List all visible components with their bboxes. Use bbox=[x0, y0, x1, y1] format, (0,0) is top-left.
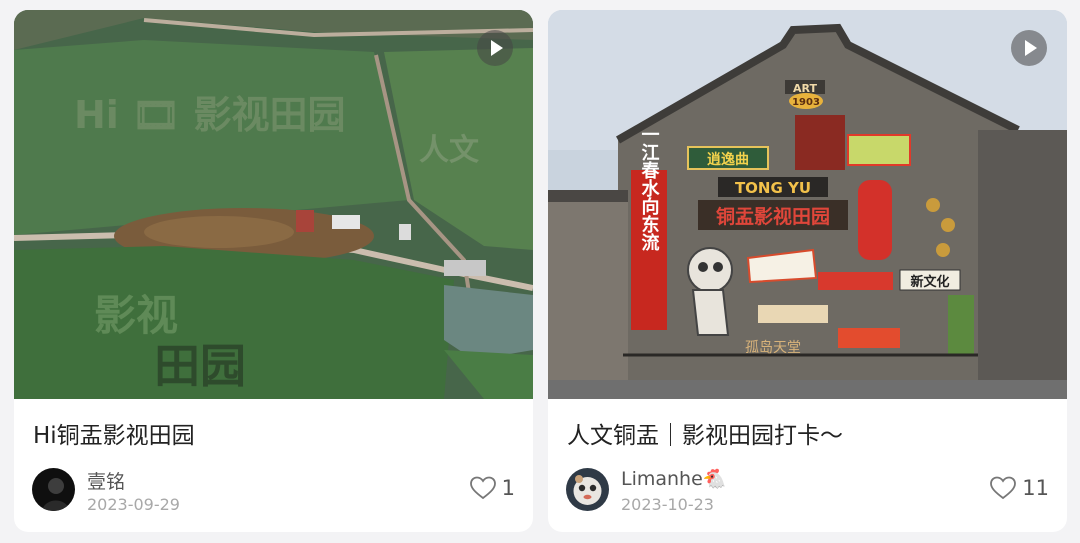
like-button[interactable]: 11 bbox=[990, 476, 1049, 500]
play-icon bbox=[1024, 40, 1037, 56]
post-card[interactable]: Hi 🎞 影视田园 人文 影视 田园 Hi铜盂影视田园 壹铭 2023-09-2… bbox=[14, 10, 533, 532]
play-icon bbox=[490, 40, 503, 56]
feed-grid: Hi 🎞 影视田园 人文 影视 田园 Hi铜盂影视田园 壹铭 2023-09-2… bbox=[0, 0, 1080, 543]
avatar[interactable] bbox=[566, 468, 609, 511]
post-date: 2023-09-29 bbox=[87, 495, 180, 514]
sign-main: 铜盂影视田园 bbox=[716, 205, 830, 228]
heritage-building-image: ART 1903 逍逸曲 TONG YU 铜盂影视田园 一江春水向东流 新文化 … bbox=[548, 10, 1067, 399]
post-card[interactable]: ART 1903 逍逸曲 TONG YU 铜盂影视田园 一江春水向东流 新文化 … bbox=[548, 10, 1067, 532]
author-name[interactable]: Limanhe🐔 bbox=[621, 467, 726, 490]
post-thumbnail[interactable]: ART 1903 逍逸曲 TONG YU 铜盂影视田园 一江春水向东流 新文化 … bbox=[548, 10, 1067, 399]
avatar-image bbox=[32, 468, 75, 511]
field-text-bottom-2: 田园 bbox=[154, 339, 246, 393]
aerial-field-image: Hi 🎞 影视田园 人文 影视 田园 bbox=[14, 10, 533, 399]
heart-outline-icon bbox=[469, 476, 496, 500]
sign-top: 逍逸曲 bbox=[707, 151, 749, 168]
avatar-image bbox=[566, 468, 609, 511]
like-count: 1 bbox=[501, 476, 515, 500]
sign-tongyu: TONG YU bbox=[735, 179, 811, 197]
play-button[interactable] bbox=[1011, 30, 1047, 66]
field-text-bottom-1: 影视 bbox=[94, 291, 178, 340]
heart-outline-icon bbox=[990, 476, 1017, 500]
post-date: 2023-10-23 bbox=[621, 495, 714, 514]
avatar[interactable] bbox=[32, 468, 75, 511]
post-title[interactable]: Hi铜盂影视田园 bbox=[33, 416, 513, 450]
like-count: 11 bbox=[1022, 476, 1049, 500]
sign-year: 1903 bbox=[792, 97, 820, 108]
field-text-top: Hi 🎞 影视田园 bbox=[74, 93, 346, 137]
post-thumbnail[interactable]: Hi 🎞 影视田园 人文 影视 田园 bbox=[14, 10, 533, 399]
author-name[interactable]: 壹铭 bbox=[87, 467, 125, 494]
sign-vertical: 一江春水向东流 bbox=[639, 125, 660, 251]
like-button[interactable]: 1 bbox=[469, 476, 515, 500]
field-text-right: 人文 bbox=[419, 133, 479, 168]
play-button[interactable] bbox=[477, 30, 513, 66]
sign-new: 新文化 bbox=[910, 274, 949, 290]
post-title[interactable]: 人文铜盂｜影视田园打卡～ bbox=[567, 416, 1047, 450]
